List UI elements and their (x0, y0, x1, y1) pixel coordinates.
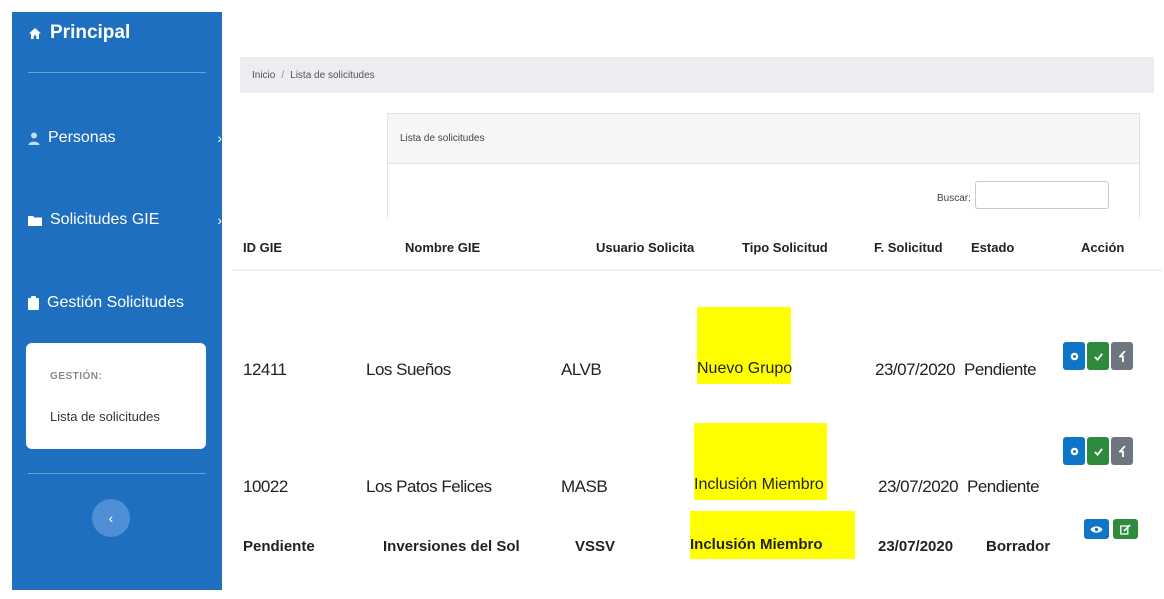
column-header-estado[interactable]: Estado (971, 240, 1014, 255)
brand-label: Principal (50, 22, 131, 43)
sidebar-item-label: Personas (48, 129, 116, 146)
submenu-caption: GESTIÓN: (50, 371, 103, 382)
arrow-left-icon (1118, 445, 1126, 457)
type-highlight: Inclusión Miembro (694, 423, 827, 500)
sidebar-brand[interactable]: Principal (28, 22, 130, 44)
cell-user: ALVB (561, 360, 602, 379)
search-input[interactable] (975, 181, 1109, 209)
approve-button[interactable] (1087, 342, 1109, 370)
type-highlight: Inclusión Miembro (690, 511, 855, 559)
sidebar-divider (28, 72, 206, 73)
column-header-nombre[interactable]: Nombre GIE (405, 240, 480, 255)
chevron-right-icon: › (217, 212, 222, 228)
view-icon (1070, 352, 1078, 360)
chevron-left-icon: ‹ (108, 510, 114, 526)
back-button[interactable] (1111, 437, 1133, 465)
sidebar-item-label: Solicitudes GIE (50, 211, 160, 228)
cell-status: Borrador (986, 538, 1051, 555)
column-header-id[interactable]: ID GIE (243, 240, 282, 255)
view-icon (1070, 447, 1078, 455)
breadcrumb-home[interactable]: Inicio (252, 70, 275, 81)
cell-type: Inclusión Miembro (694, 476, 824, 493)
edit-button[interactable] (1113, 519, 1138, 539)
check-icon (1093, 447, 1103, 456)
cell-status: Pendiente (964, 360, 1037, 379)
header-divider (232, 269, 1162, 271)
cell-id: Pendiente (243, 538, 315, 555)
column-header-tipo[interactable]: Tipo Solicitud (742, 240, 828, 255)
view-button[interactable] (1063, 437, 1085, 465)
breadcrumb: Inicio / Lista de solicitudes (240, 57, 1154, 93)
sidebar-item-gestion-solicitudes[interactable]: Gestión Solicitudes ⌄ (28, 294, 238, 312)
home-icon (29, 27, 41, 39)
approve-button[interactable] (1087, 437, 1109, 465)
sidebar-collapse-button[interactable]: ‹ (92, 499, 130, 537)
cell-user: MASB (561, 477, 608, 496)
cell-id: 12411 (243, 360, 287, 379)
cell-type: Inclusión Miembro (690, 536, 823, 553)
column-header-accion: Acción (1081, 240, 1125, 255)
sidebar-item-personas[interactable]: Personas › (28, 129, 222, 147)
column-header-fecha[interactable]: F. Solicitud (874, 240, 943, 255)
cell-name: Inversiones del Sol (383, 538, 520, 555)
cell-name: Los Patos Felices (366, 477, 492, 496)
cell-user: VSSV (575, 538, 616, 555)
user-icon (28, 132, 40, 145)
breadcrumb-separator: / (281, 69, 285, 81)
eye-icon (1090, 525, 1103, 533)
clipboard-icon (28, 296, 39, 310)
sidebar: Principal Personas › Solicitudes GIE › G… (12, 12, 238, 590)
column-header-usuario[interactable]: Usuario Solicita (596, 240, 694, 255)
view-button[interactable] (1063, 342, 1085, 370)
search-label: Buscar: (937, 193, 971, 204)
type-highlight: Nuevo Grupo (697, 307, 793, 384)
cell-id: 10022 (243, 477, 288, 496)
check-icon (1093, 352, 1103, 361)
chevron-right-icon: › (217, 130, 222, 146)
cell-name: Los Sueños (366, 360, 451, 379)
arrow-left-icon (1118, 350, 1126, 362)
chevron-down-icon: ⌄ (226, 294, 238, 311)
cell-date: 23/07/2020 (878, 477, 959, 496)
breadcrumb-current: Lista de solicitudes (290, 69, 375, 81)
folder-icon (28, 215, 42, 226)
view-button[interactable] (1084, 519, 1109, 539)
submenu-link-lista-solicitudes[interactable]: Lista de solicitudes (50, 409, 160, 424)
sidebar-item-solicitudes-gie[interactable]: Solicitudes GIE › (28, 211, 222, 229)
sidebar-item-label: Gestión Solicitudes (47, 294, 184, 311)
sidebar-submenu: GESTIÓN: Lista de solicitudes (26, 343, 206, 449)
edit-icon (1120, 523, 1131, 535)
cell-date: 23/07/2020 (878, 538, 954, 555)
cell-type: Nuevo Grupo (697, 360, 793, 377)
cell-status: Pendiente (967, 477, 1040, 496)
back-button[interactable] (1111, 342, 1133, 370)
sidebar-divider (28, 473, 206, 474)
cell-date: 23/07/2020 (875, 360, 956, 379)
list-panel: Lista de solicitudes Buscar: (387, 113, 1140, 219)
panel-title: Lista de solicitudes (388, 114, 1139, 164)
